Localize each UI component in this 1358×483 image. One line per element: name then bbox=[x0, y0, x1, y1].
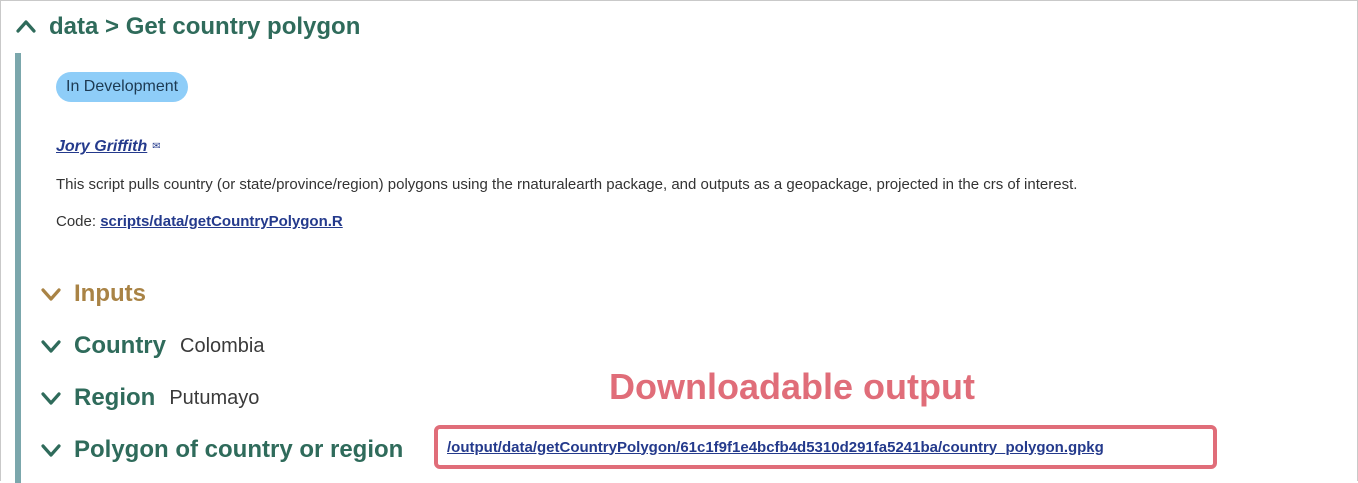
output-highlight-box: /output/data/getCountryPolygon/61c1f9f1e… bbox=[434, 425, 1217, 469]
region-value: Putumayo bbox=[169, 386, 260, 409]
author-name[interactable]: Jory Griffith ✉ bbox=[56, 138, 161, 156]
section-inputs[interactable]: Inputs bbox=[40, 279, 146, 309]
step-title: data > Get country polygon bbox=[49, 13, 361, 40]
chevron-down-icon[interactable] bbox=[40, 387, 62, 409]
code-line: Code: scripts/data/getCountryPolygon.R bbox=[56, 213, 343, 230]
section-rail bbox=[15, 53, 21, 483]
section-polygon[interactable]: Polygon of country or region bbox=[40, 435, 403, 465]
email-icon[interactable]: ✉ bbox=[152, 141, 160, 152]
chevron-down-icon[interactable] bbox=[40, 283, 62, 305]
status-badge: In Development bbox=[56, 72, 189, 102]
section-country[interactable]: Country Colombia bbox=[40, 331, 264, 361]
chevron-down-icon[interactable] bbox=[40, 335, 62, 357]
script-description: This script pulls country (or state/prov… bbox=[56, 176, 1078, 193]
code-label: Code: bbox=[56, 213, 101, 230]
author-link[interactable]: Jory Griffith bbox=[56, 138, 147, 155]
step-header[interactable]: data > Get country polygon bbox=[15, 9, 360, 45]
chevron-up-icon[interactable] bbox=[15, 16, 37, 38]
annotation-label: Downloadable output bbox=[609, 366, 975, 407]
output-file-link[interactable]: /output/data/getCountryPolygon/61c1f9f1e… bbox=[447, 439, 1104, 456]
section-title-polygon: Polygon of country or region bbox=[74, 436, 404, 463]
section-title-inputs: Inputs bbox=[74, 280, 146, 307]
section-title-region: Region bbox=[74, 384, 156, 411]
pipeline-step-panel: data > Get country polygon In Developmen… bbox=[0, 0, 1358, 483]
section-region[interactable]: Region Putumayo bbox=[40, 383, 259, 413]
country-value: Colombia bbox=[180, 334, 265, 357]
section-title-country: Country bbox=[74, 332, 166, 359]
chevron-down-icon[interactable] bbox=[40, 439, 62, 461]
code-link[interactable]: scripts/data/getCountryPolygon.R bbox=[100, 213, 343, 230]
